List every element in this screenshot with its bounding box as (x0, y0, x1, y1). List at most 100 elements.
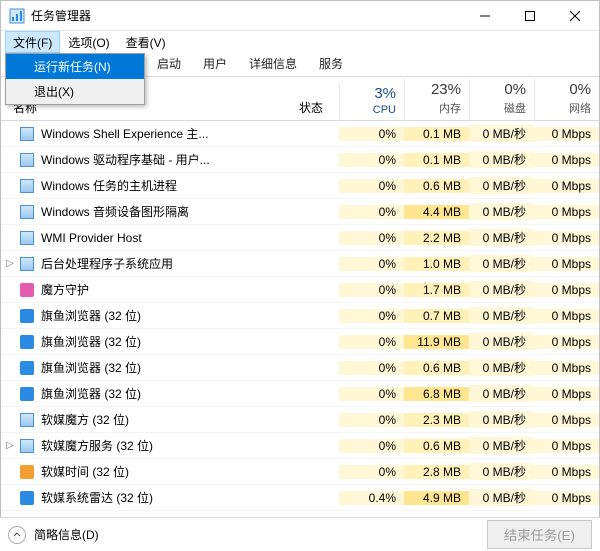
cell-cpu: 0% (339, 335, 404, 349)
process-name: Windows 音频设备图形隔离 (41, 203, 299, 220)
cell-memory: 0.6 MB (404, 439, 469, 453)
process-name: 魔方守护 (41, 281, 299, 298)
cell-cpu: 0% (339, 465, 404, 479)
cell-cpu: 0% (339, 439, 404, 453)
cell-memory: 4.9 MB (404, 491, 469, 505)
cell-memory: 0.6 MB (404, 361, 469, 375)
cell-network: 0 Mbps (534, 283, 599, 297)
column-disk[interactable]: 0% 磁盘 (469, 79, 534, 120)
process-icon (19, 438, 35, 454)
cell-cpu: 0% (339, 257, 404, 271)
cell-cpu: 0% (339, 387, 404, 401)
cell-disk: 0 MB/秒 (469, 437, 534, 454)
table-row[interactable]: Windows Shell Experience 主...0%0.1 MB0 M… (1, 121, 599, 147)
table-row[interactable]: WMI Provider Host0%2.2 MB0 MB/秒0 Mbps (1, 225, 599, 251)
cell-network: 0 Mbps (534, 335, 599, 349)
disk-pct: 0% (470, 81, 526, 98)
cell-network: 0 Mbps (534, 361, 599, 375)
table-row[interactable]: Windows 音频设备图形隔离0%4.4 MB0 MB/秒0 Mbps (1, 199, 599, 225)
table-row[interactable]: 软媒时间 (32 位)0%2.8 MB0 MB/秒0 Mbps (1, 459, 599, 485)
process-icon (19, 126, 35, 142)
close-button[interactable] (552, 1, 597, 30)
process-icon (19, 334, 35, 350)
chevron-up-icon[interactable] (8, 526, 26, 544)
minimize-button[interactable] (462, 1, 507, 30)
table-row[interactable]: Windows 任务的主机进程0%0.6 MB0 MB/秒0 Mbps (1, 173, 599, 199)
table-row[interactable]: 旗鱼浏览器 (32 位)0%0.6 MB0 MB/秒0 Mbps (1, 355, 599, 381)
table-row[interactable]: 软媒魔方 (32 位)0%2.3 MB0 MB/秒0 Mbps (1, 407, 599, 433)
table-row[interactable]: 魔方守护0%1.7 MB0 MB/秒0 Mbps (1, 277, 599, 303)
expand-icon[interactable]: ▷ (1, 258, 19, 269)
tab-details[interactable]: 详细信息 (239, 52, 307, 76)
table-row[interactable]: 旗鱼浏览器 (32 位)0%0.7 MB0 MB/秒0 Mbps (1, 303, 599, 329)
menu-view[interactable]: 查看(V) (118, 31, 174, 53)
column-network[interactable]: 0% 网络 (534, 79, 599, 120)
brief-info-label[interactable]: 简略信息(D) (34, 526, 99, 543)
menubar: 文件(F) 选项(O) 查看(V) 运行新任务(N) 退出(X) (1, 31, 599, 53)
cell-cpu: 0% (339, 309, 404, 323)
cell-network: 0 Mbps (534, 465, 599, 479)
cell-memory: 6.8 MB (404, 387, 469, 401)
process-icon (19, 230, 35, 246)
process-name: 软媒魔方 (32 位) (41, 411, 299, 428)
menu-exit[interactable]: 退出(X) (6, 79, 144, 104)
file-dropdown: 运行新任务(N) 退出(X) (5, 53, 145, 105)
process-icon (19, 204, 35, 220)
process-name: Windows 任务的主机进程 (41, 177, 299, 194)
cell-network: 0 Mbps (534, 413, 599, 427)
process-icon (19, 308, 35, 324)
cell-disk: 0 MB/秒 (469, 333, 534, 350)
column-memory[interactable]: 23% 内存 (404, 79, 469, 120)
maximize-button[interactable] (507, 1, 552, 30)
column-cpu[interactable]: 3% CPU (339, 83, 404, 120)
end-task-button[interactable]: 结束任务(E) (487, 520, 592, 549)
expand-icon[interactable]: ▷ (1, 440, 19, 451)
cell-network: 0 Mbps (534, 231, 599, 245)
process-icon (19, 256, 35, 272)
table-row[interactable]: 软媒系统雷达 (32 位)0.4%4.9 MB0 MB/秒0 Mbps (1, 485, 599, 511)
table-row[interactable]: ▷后台处理程序子系统应用0%1.0 MB0 MB/秒0 Mbps (1, 251, 599, 277)
cell-memory: 2.3 MB (404, 413, 469, 427)
process-name: Windows 驱动程序基础 - 用户... (41, 151, 299, 168)
table-row[interactable]: ▷软媒魔方服务 (32 位)0%0.6 MB0 MB/秒0 Mbps (1, 433, 599, 459)
cell-disk: 0 MB/秒 (469, 255, 534, 272)
tab-startup[interactable]: 启动 (147, 52, 191, 76)
cell-network: 0 Mbps (534, 179, 599, 193)
cell-network: 0 Mbps (534, 205, 599, 219)
cell-disk: 0 MB/秒 (469, 385, 534, 402)
net-pct: 0% (535, 81, 591, 98)
cell-cpu: 0% (339, 153, 404, 167)
cell-disk: 0 MB/秒 (469, 359, 534, 376)
process-icon (19, 412, 35, 428)
cell-disk: 0 MB/秒 (469, 281, 534, 298)
mem-label: 内存 (405, 100, 461, 116)
process-icon (19, 178, 35, 194)
menu-run-new-task[interactable]: 运行新任务(N) (6, 54, 144, 79)
cell-network: 0 Mbps (534, 257, 599, 271)
process-list: Windows Shell Experience 主...0%0.1 MB0 M… (1, 121, 599, 511)
titlebar: 任务管理器 (1, 1, 599, 31)
tab-users[interactable]: 用户 (193, 52, 237, 76)
cell-memory: 1.0 MB (404, 257, 469, 271)
cell-disk: 0 MB/秒 (469, 125, 534, 142)
process-icon (19, 490, 35, 506)
process-icon (19, 386, 35, 402)
cell-disk: 0 MB/秒 (469, 203, 534, 220)
process-name: 软媒魔方服务 (32 位) (41, 437, 299, 454)
tab-services[interactable]: 服务 (309, 52, 353, 76)
table-row[interactable]: 旗鱼浏览器 (32 位)0%6.8 MB0 MB/秒0 Mbps (1, 381, 599, 407)
table-row[interactable]: Windows 驱动程序基础 - 用户...0%0.1 MB0 MB/秒0 Mb… (1, 147, 599, 173)
column-status[interactable]: 状态 (299, 99, 339, 120)
process-icon (19, 464, 35, 480)
cell-network: 0 Mbps (534, 127, 599, 141)
cell-disk: 0 MB/秒 (469, 307, 534, 324)
cell-disk: 0 MB/秒 (469, 411, 534, 428)
menu-options[interactable]: 选项(O) (60, 31, 117, 53)
net-label: 网络 (535, 100, 591, 116)
cell-cpu: 0% (339, 205, 404, 219)
cell-cpu: 0% (339, 283, 404, 297)
menu-file[interactable]: 文件(F) (5, 31, 60, 53)
process-name: 软媒系统雷达 (32 位) (41, 489, 299, 506)
table-row[interactable]: 旗鱼浏览器 (32 位)0%11.9 MB0 MB/秒0 Mbps (1, 329, 599, 355)
process-icon (19, 152, 35, 168)
